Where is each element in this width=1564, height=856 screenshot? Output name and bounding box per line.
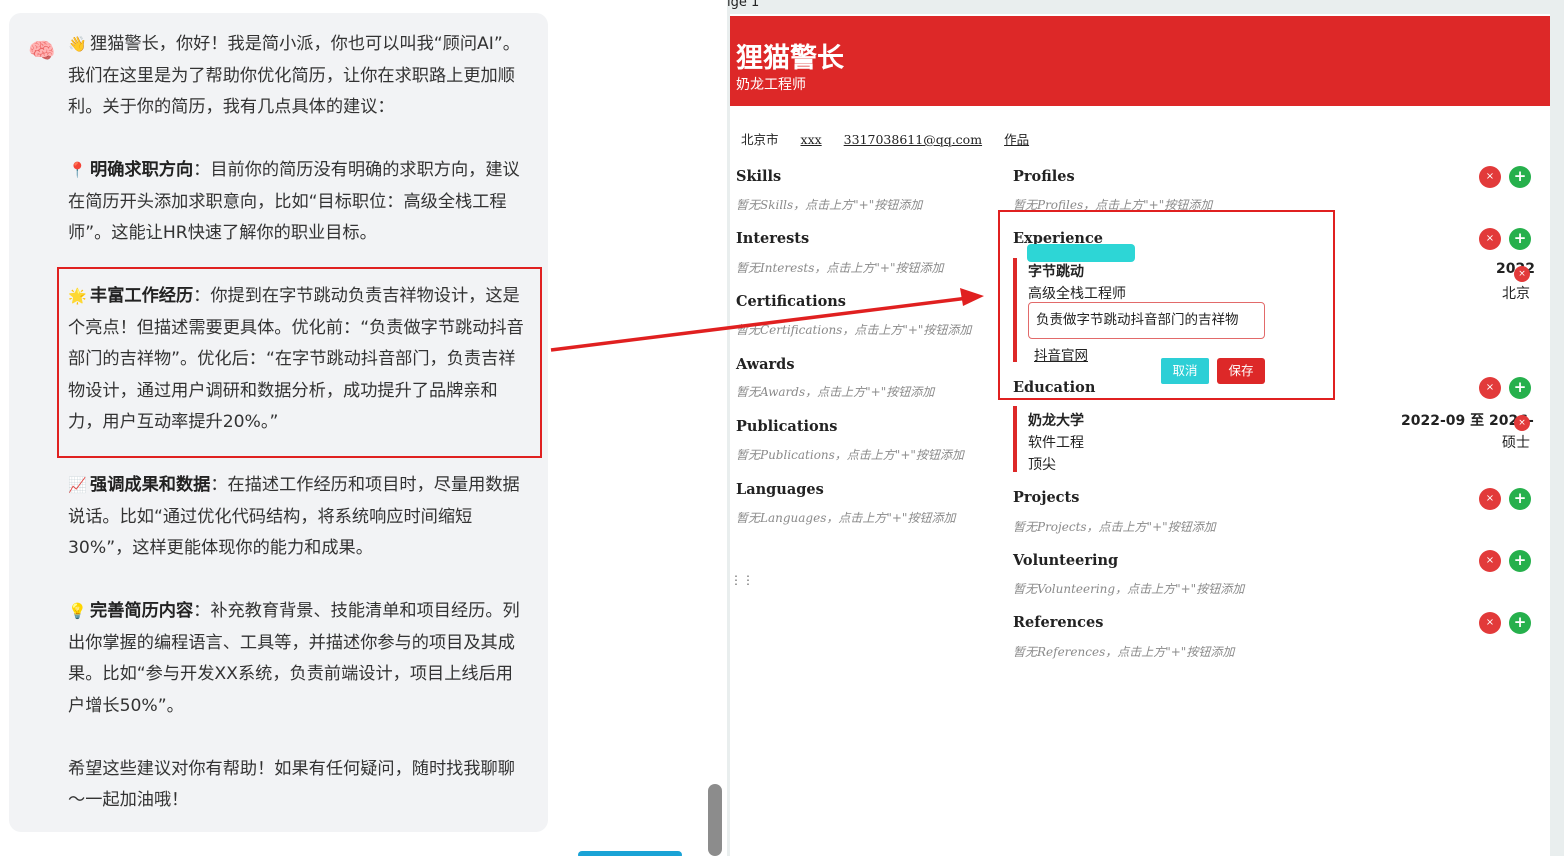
contact-works-link[interactable]: 作品 xyxy=(1004,129,1029,148)
volunteering-delete-button[interactable]: × xyxy=(1479,550,1501,572)
experience-add-button[interactable]: + xyxy=(1509,228,1531,250)
profiles-delete-button[interactable]: × xyxy=(1479,166,1501,188)
section-title-references: References xyxy=(1013,614,1104,631)
experience-delete-button[interactable]: × xyxy=(1479,228,1501,250)
tip-paragraph: 📈 强调成果和数据：在描述工作经历和项目时，尽量用数据说话。比如“通过优化代码结构… xyxy=(68,470,530,565)
section-title-certifications: Certifications xyxy=(736,293,846,310)
resume-name[interactable]: 狸猫警长 xyxy=(736,36,844,75)
projects-add-button[interactable]: + xyxy=(1509,488,1531,510)
annotation-box-resume xyxy=(998,210,1335,400)
contact-phone-link[interactable]: xxx xyxy=(801,132,822,147)
tip-paragraph: 💡 完善简历内容：补充教育背景、技能清单和项目经历。列出你掌握的编程语言、工具等，… xyxy=(68,596,530,722)
bulb-icon: 💡 xyxy=(68,602,87,620)
tip-title: 完善简历内容 xyxy=(90,601,194,621)
experience-entry-delete-button[interactable]: × xyxy=(1514,266,1530,282)
contact-row: 北京市 xxx 3317038611@qq.com 作品 xyxy=(741,129,1051,148)
section-empty-skills: 暂无Skills，点击上方"+"按钮添加 xyxy=(736,198,923,212)
tip-title: 明确求职方向 xyxy=(90,160,194,180)
education-school[interactable]: 奶龙大学 xyxy=(1028,410,1084,430)
experience-location[interactable]: 北京 xyxy=(1502,283,1530,303)
section-title-projects: Projects xyxy=(1013,489,1080,506)
wave-icon: 👋 xyxy=(68,35,87,53)
section-title-volunteering: Volunteering xyxy=(1013,552,1119,569)
chat-bottom-tab[interactable] xyxy=(578,851,682,856)
education-add-button[interactable]: + xyxy=(1509,377,1531,399)
section-title-interests: Interests xyxy=(736,230,810,247)
brain-icon: 🧠 xyxy=(28,39,56,64)
closing-paragraph: 希望这些建议对你有帮助！如果有任何疑问，随时找我聊聊～一起加油哦！ xyxy=(68,758,515,811)
education-degree[interactable]: 硕士 xyxy=(1502,432,1530,452)
section-title-profiles: Profiles xyxy=(1013,168,1075,185)
drag-handle-icon[interactable]: ⋮⋮ xyxy=(730,574,754,586)
intro-paragraph: 👋 狸猫警长，你好！我是简小派，你也可以叫我“顾问AI”。我们在这里是为了帮助你优… xyxy=(68,29,530,124)
pin-icon: 📍 xyxy=(68,161,87,179)
section-title-skills: Skills xyxy=(736,168,782,185)
tip-paragraph: 📍 明确求职方向：目前你的简历没有明确的求职方向，建议在简历开头添加求职意向，比如… xyxy=(68,155,530,250)
volunteering-add-button[interactable]: + xyxy=(1509,550,1531,572)
resume-job-title[interactable]: 奶龙工程师 xyxy=(736,74,806,94)
references-delete-button[interactable]: × xyxy=(1479,612,1501,634)
chat-scrollbar[interactable] xyxy=(708,784,722,856)
annotation-box-chat xyxy=(57,267,542,458)
tip-title: 强调成果和数据 xyxy=(90,475,211,495)
profiles-add-button[interactable]: + xyxy=(1509,166,1531,188)
section-empty-references: 暂无References，点击上方"+"按钮添加 xyxy=(1013,645,1235,659)
section-empty-certifications: 暂无Certifications，点击上方"+"按钮添加 xyxy=(736,323,972,337)
section-empty-interests: 暂无Interests，点击上方"+"按钮添加 xyxy=(736,261,944,275)
education-delete-button[interactable]: × xyxy=(1479,377,1501,399)
education-major[interactable]: 软件工程 xyxy=(1028,432,1084,452)
contact-city[interactable]: 北京市 xyxy=(741,129,779,148)
resume-header: 狸猫警长 奶龙工程师 xyxy=(730,16,1550,106)
contact-email-link[interactable]: 3317038611@qq.com xyxy=(844,132,982,147)
references-add-button[interactable]: + xyxy=(1509,612,1531,634)
section-empty-projects: 暂无Projects，点击上方"+"按钮添加 xyxy=(1013,520,1216,534)
section-empty-volunteering: 暂无Volunteering，点击上方"+"按钮添加 xyxy=(1013,582,1245,596)
section-title-languages: Languages xyxy=(736,481,824,498)
section-empty-publications: 暂无Publications，点击上方"+"按钮添加 xyxy=(736,448,964,462)
education-entry-delete-button[interactable]: × xyxy=(1514,415,1530,431)
education-entry-bar xyxy=(1013,406,1017,472)
section-title-awards: Awards xyxy=(736,356,795,373)
section-empty-awards: 暂无Awards，点击上方"+"按钮添加 xyxy=(736,385,935,399)
education-note[interactable]: 顶尖 xyxy=(1028,454,1056,474)
page-label: ige 1 xyxy=(727,0,760,10)
projects-delete-button[interactable]: × xyxy=(1479,488,1501,510)
chart-icon: 📈 xyxy=(68,476,87,494)
section-empty-languages: 暂无Languages，点击上方"+"按钮添加 xyxy=(736,511,956,525)
resume-page: 狸猫警长 奶龙工程师 北京市 xxx 3317038611@qq.com 作品 Ski… xyxy=(730,14,1550,856)
section-title-publications: Publications xyxy=(736,418,838,435)
